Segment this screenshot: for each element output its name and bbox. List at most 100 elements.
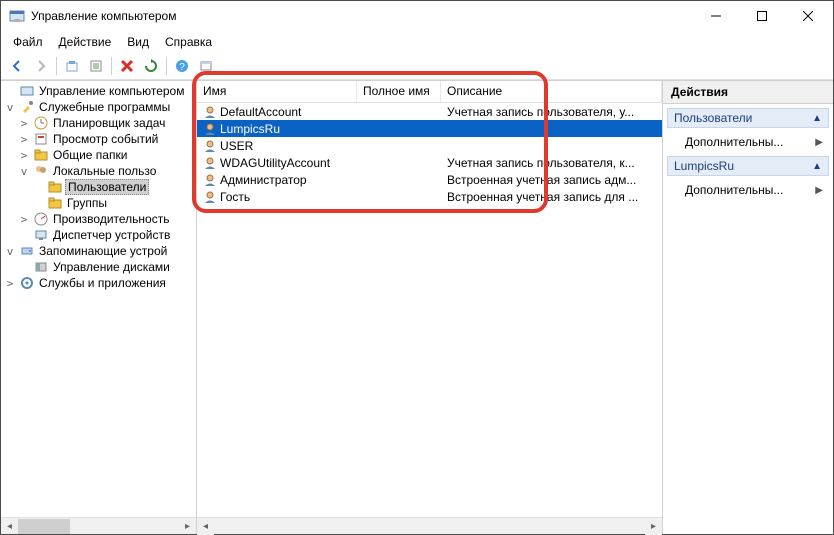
actions-more-1[interactable]: Дополнительны... ▶ [663,132,833,152]
tree-perf[interactable]: Производительность [51,212,171,226]
events-icon [33,131,49,147]
user-name: Гость [220,190,250,204]
tree-scheduler[interactable]: Планировщик задач [51,116,167,130]
list-pane: Имя Полное имя Описание DefaultAccount Уч… [197,81,663,534]
column-name[interactable]: Имя [197,81,357,102]
folder-icon [47,195,63,211]
scroll-right-icon[interactable]: ▸ [179,518,196,535]
menu-view[interactable]: Вид [119,33,157,51]
scroll-thumb[interactable] [18,519,70,534]
column-description[interactable]: Описание [441,81,662,102]
help-button[interactable]: ? [171,55,193,77]
scroll-right-icon[interactable]: ▸ [645,518,662,535]
user-icon [203,139,217,153]
list-header: Имя Полное имя Описание [197,81,662,103]
actions-more-2[interactable]: Дополнительны... ▶ [663,180,833,200]
view-button[interactable] [195,55,217,77]
user-name: LumpicsRu [220,122,280,136]
delete-button[interactable] [116,55,138,77]
window-title: Управление компьютером [31,9,693,23]
tree-diskmgmt[interactable]: Управление дисками [51,260,172,274]
user-icon [203,122,217,136]
computer-icon [19,83,35,99]
tree-shared[interactable]: Общие папки [51,148,129,162]
disk-icon [33,259,49,275]
titlebar: Управление компьютером [1,1,833,31]
chevron-right-icon: ▶ [815,137,823,148]
toolbar: ? [1,52,833,80]
window-controls [693,1,831,31]
device-manager-icon [33,227,49,243]
tree-localusers[interactable]: Локальные пользо [51,164,158,178]
toolbar-separator [166,57,167,75]
user-row[interactable]: Администратор Встроенная учетная запись а… [197,171,662,188]
tree[interactable]: Управление компьютером vСлужебные програ… [1,81,196,517]
user-description: Учетная запись пользователя, к... [441,156,662,170]
minimize-button[interactable] [693,1,739,31]
close-button[interactable] [785,1,831,31]
user-description: Встроенная учетная запись для ... [441,190,662,204]
user-name: WDAGUtilityAccount [220,156,330,170]
tree-services[interactable]: Служебные программы [37,100,172,114]
menu-file[interactable]: Файл [5,33,51,51]
list-hscrollbar[interactable]: ◂ ▸ [197,517,662,534]
user-icon [203,173,217,187]
actions-section-label: Пользователи [674,111,752,125]
tools-icon [19,99,35,115]
user-row[interactable]: WDAGUtilityAccount Учетная запись пользов… [197,154,662,171]
user-row[interactable]: LumpicsRu [197,120,662,137]
user-description: Встроенная учетная запись адм... [441,173,662,187]
toolbar-separator [111,57,112,75]
user-row[interactable]: USER [197,137,662,154]
back-button[interactable] [6,55,28,77]
actions-more-label: Дополнительны... [685,183,783,197]
tree-users[interactable]: Пользователи [65,179,149,195]
tree-storage[interactable]: Запоминающие устрой [37,244,169,258]
scroll-left-icon[interactable]: ◂ [1,518,18,535]
actions-section-label: LumpicsRu [674,159,734,173]
chevron-right-icon: ▶ [815,185,823,196]
tree-hscrollbar[interactable]: ◂ ▸ [1,517,196,534]
list-body[interactable]: DefaultAccount Учетная запись пользовател… [197,103,662,517]
refresh-button[interactable] [140,55,162,77]
user-name: Администратор [220,173,307,187]
tree-devmgr[interactable]: Диспетчер устройств [51,228,172,242]
column-fullname[interactable]: Полное имя [357,81,441,102]
folder-icon [47,179,63,195]
tree-groups[interactable]: Группы [65,196,109,210]
tree-svcapps[interactable]: Службы и приложения [37,276,168,290]
user-name: DefaultAccount [220,105,301,119]
svg-text:?: ? [179,62,185,73]
actions-header: Действия [663,81,833,104]
actions-more-label: Дополнительны... [685,135,783,149]
user-description: Учетная запись пользователя, у... [441,105,662,119]
user-name: USER [220,139,253,153]
performance-icon [33,211,49,227]
users-group-icon [33,163,49,179]
actions-pane: Действия Пользователи ▲ Дополнительны...… [663,81,833,534]
user-row[interactable]: DefaultAccount Учетная запись пользовател… [197,103,662,120]
chevron-up-icon: ▲ [812,161,822,172]
properties-button[interactable] [85,55,107,77]
user-icon [203,156,217,170]
scroll-left-icon[interactable]: ◂ [197,518,214,535]
clock-icon [33,115,49,131]
services-icon [19,275,35,291]
tree-events[interactable]: Просмотр событий [51,132,160,146]
user-icon [203,105,217,119]
toolbar-separator [56,57,57,75]
actions-section-users[interactable]: Пользователи ▲ [667,108,829,128]
user-row[interactable]: Гость Встроенная учетная запись для ... [197,188,662,205]
up-button[interactable] [61,55,83,77]
content: Управление компьютером vСлужебные програ… [1,80,833,534]
window-root: Управление компьютером Файл Действие Вид… [0,0,834,535]
menubar: Файл Действие Вид Справка [1,31,833,52]
actions-section-selected[interactable]: LumpicsRu ▲ [667,156,829,176]
storage-icon [19,243,35,259]
tree-root[interactable]: Управление компьютером [37,84,186,98]
tree-pane: Управление компьютером vСлужебные програ… [1,81,197,534]
menu-action[interactable]: Действие [51,33,120,51]
forward-button[interactable] [30,55,52,77]
maximize-button[interactable] [739,1,785,31]
menu-help[interactable]: Справка [157,33,220,51]
